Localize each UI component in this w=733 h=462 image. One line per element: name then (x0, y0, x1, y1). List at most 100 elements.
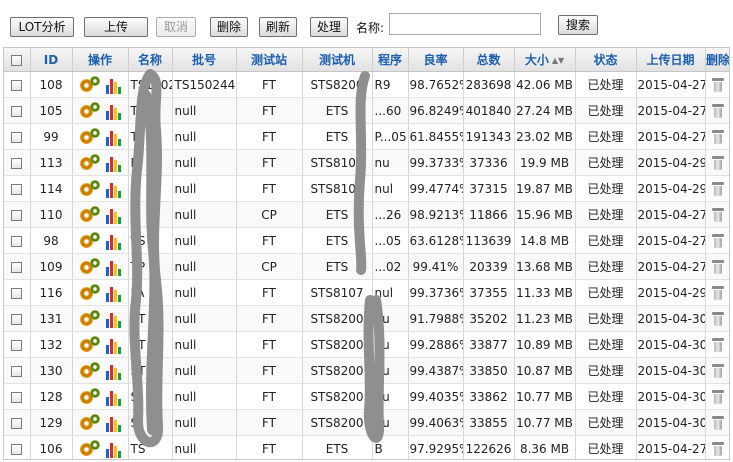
table-row[interactable]: 113 FnullFTSTS8107nu99.3733%3733619.9 MB已… (4, 149, 729, 176)
table-row[interactable]: 130 STnullFTSTS8200nu99.4387%3385010.87 M… (4, 357, 729, 384)
row-select-cell[interactable] (4, 253, 31, 280)
table-row[interactable]: 131 STnullFTSTS8200nu91.7988%3520211.23 M… (4, 305, 729, 332)
trash-can-icon[interactable] (712, 363, 724, 378)
row-checkbox[interactable] (11, 209, 23, 221)
row-delete-cell[interactable] (705, 149, 729, 176)
row-delete-cell[interactable] (705, 383, 729, 410)
bar-chart-icon[interactable] (105, 364, 121, 380)
row-select-cell[interactable] (4, 409, 31, 436)
row-delete-cell[interactable] (705, 123, 729, 150)
row-select-cell[interactable] (4, 383, 31, 410)
row-checkbox[interactable] (11, 391, 23, 403)
table-row[interactable]: 110 TnullCPETS...2698.9213%1186615.96 MB已… (4, 201, 729, 228)
table-row[interactable]: 128 SnullFTSTS8200nu99.4035%3386210.77 MB… (4, 383, 729, 410)
bar-chart-icon[interactable] (105, 104, 121, 120)
trash-can-icon[interactable] (712, 337, 724, 352)
bar-chart-icon[interactable] (105, 78, 121, 94)
table-row[interactable]: 132 STnullFTSTS8200nu99.2886%3387710.89 M… (4, 331, 729, 358)
settings-gears-icon[interactable] (79, 257, 102, 276)
bar-chart-icon[interactable] (105, 390, 121, 406)
row-checkbox[interactable] (11, 157, 23, 169)
row-checkbox[interactable] (11, 235, 23, 247)
bar-chart-icon[interactable] (105, 182, 121, 198)
select-all-header[interactable] (4, 48, 31, 72)
row-select-cell[interactable] (4, 357, 31, 384)
settings-gears-icon[interactable] (79, 283, 102, 302)
settings-gears-icon[interactable] (79, 309, 102, 328)
process-button[interactable]: 处理 (310, 17, 348, 37)
trash-can-icon[interactable] (712, 285, 724, 300)
settings-gears-icon[interactable] (79, 231, 102, 250)
row-delete-cell[interactable] (705, 97, 729, 124)
table-row[interactable]: 109 TP null CP ETS ...02 99.41% 20339 13.68 MB 已处… (4, 253, 729, 280)
column-header-program[interactable]: 程序 (372, 48, 409, 72)
trash-can-icon[interactable] (712, 389, 724, 404)
row-delete-cell[interactable] (705, 71, 729, 98)
row-checkbox[interactable] (11, 313, 23, 325)
settings-gears-icon[interactable] (79, 361, 102, 380)
settings-gears-icon[interactable] (79, 179, 102, 198)
trash-can-icon[interactable] (712, 77, 724, 92)
row-select-cell[interactable] (4, 97, 31, 124)
bar-chart-icon[interactable] (105, 156, 121, 172)
bar-chart-icon[interactable] (105, 312, 121, 328)
row-checkbox[interactable] (11, 443, 23, 455)
bar-chart-icon[interactable] (105, 234, 121, 250)
row-select-cell[interactable] (4, 201, 31, 228)
row-select-cell[interactable] (4, 175, 31, 202)
row-checkbox[interactable] (11, 261, 23, 273)
settings-gears-icon[interactable] (79, 101, 102, 120)
bar-chart-icon[interactable] (105, 416, 121, 432)
column-header-delete[interactable]: 删除 (705, 48, 729, 72)
table-row[interactable]: 98 TSnullFTETS...0563.6128%11363914.8 MB已… (4, 227, 729, 254)
column-header-yield[interactable]: 良率 (408, 48, 464, 72)
table-row[interactable]: 99 TnullFTETSP...0561.8455%19134323.02 MB… (4, 123, 729, 150)
row-select-cell[interactable] (4, 227, 31, 254)
row-select-cell[interactable] (4, 435, 31, 459)
trash-can-icon[interactable] (712, 181, 724, 196)
trash-can-icon[interactable] (712, 129, 724, 144)
row-checkbox[interactable] (11, 79, 23, 91)
delete-button[interactable]: 删除 (210, 17, 248, 37)
row-delete-cell[interactable] (705, 253, 729, 280)
row-checkbox[interactable] (11, 183, 23, 195)
table-row[interactable]: 116 FAnullFTSTS8107nul99.3736%3735511.33 … (4, 279, 729, 306)
column-header-size[interactable]: 大小 ▲▼ (514, 48, 576, 72)
bar-chart-icon[interactable] (105, 260, 121, 276)
row-select-cell[interactable] (4, 305, 31, 332)
row-select-cell[interactable] (4, 123, 31, 150)
column-header-tester[interactable]: 测试机 (302, 48, 373, 72)
column-header-batch[interactable]: 批号 (172, 48, 237, 72)
row-checkbox[interactable] (11, 105, 23, 117)
trash-can-icon[interactable] (712, 415, 724, 430)
table-row[interactable]: 108TS15024TS15024403FTSTS8200R998.7652%2… (4, 71, 729, 98)
settings-gears-icon[interactable] (79, 413, 102, 432)
bar-chart-icon[interactable] (105, 442, 121, 458)
upload-button[interactable]: 上传 (84, 17, 148, 37)
settings-gears-icon[interactable] (79, 387, 102, 406)
row-delete-cell[interactable] (705, 227, 729, 254)
column-header-station[interactable]: 测试站 (236, 48, 303, 72)
row-delete-cell[interactable] (705, 409, 729, 436)
trash-can-icon[interactable] (712, 233, 724, 248)
name-search-input[interactable] (389, 13, 541, 35)
row-delete-cell[interactable] (705, 435, 729, 459)
row-select-cell[interactable] (4, 279, 31, 306)
row-select-cell[interactable] (4, 331, 31, 358)
row-checkbox[interactable] (11, 339, 23, 351)
trash-can-icon[interactable] (712, 103, 724, 118)
select-all-checkbox[interactable] (11, 54, 23, 66)
search-button[interactable]: 搜索 (558, 15, 598, 35)
trash-can-icon[interactable] (712, 155, 724, 170)
row-delete-cell[interactable] (705, 305, 729, 332)
row-select-cell[interactable] (4, 71, 31, 98)
column-header-status[interactable]: 状态 (575, 48, 637, 72)
column-header-id[interactable]: ID (30, 48, 73, 72)
settings-gears-icon[interactable] (79, 205, 102, 224)
settings-gears-icon[interactable] (79, 335, 102, 354)
settings-gears-icon[interactable] (79, 439, 102, 458)
row-delete-cell[interactable] (705, 279, 729, 306)
row-checkbox[interactable] (11, 365, 23, 377)
column-header-operate[interactable]: 操作 (72, 48, 129, 72)
cancel-button[interactable]: 取消 (156, 17, 196, 37)
